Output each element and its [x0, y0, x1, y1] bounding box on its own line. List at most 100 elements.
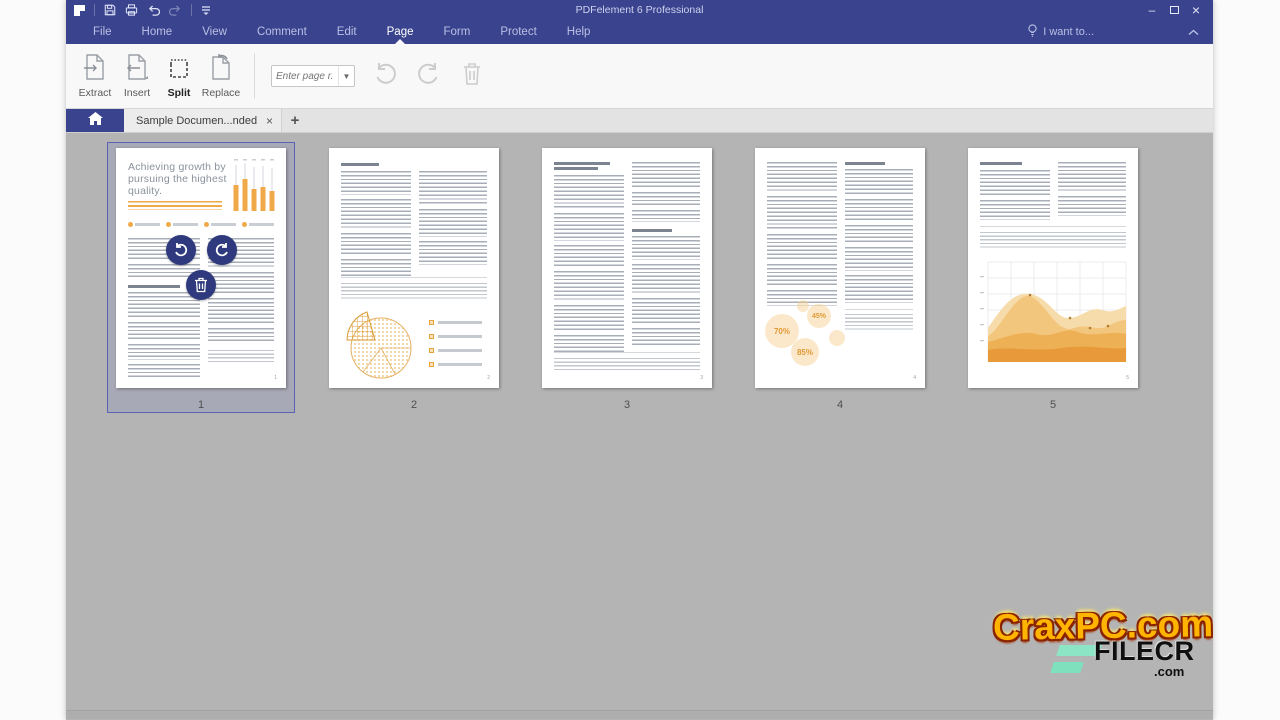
- rotate-right-overlay-button[interactable]: [207, 235, 237, 265]
- undo-icon[interactable]: [147, 5, 160, 16]
- menu-comment[interactable]: Comment: [242, 20, 322, 44]
- footnote-lines: [341, 283, 487, 301]
- page-range-input[interactable]: [272, 71, 338, 82]
- collapse-ribbon-icon[interactable]: [1188, 29, 1199, 36]
- replace-icon: [208, 53, 234, 84]
- text-lines: [845, 225, 913, 243]
- page-thumbnail-3[interactable]: 3: [542, 148, 712, 388]
- bubble-45: 45%: [807, 304, 831, 328]
- split-button[interactable]: Split: [158, 48, 200, 104]
- page-thumbnail-1[interactable]: Achieving growth by pursuing the highest…: [116, 148, 286, 388]
- extract-button[interactable]: Extract: [74, 48, 116, 104]
- insert-button[interactable]: Insert: [116, 48, 158, 104]
- customize-toolbar-icon[interactable]: [201, 5, 211, 15]
- bullet-icon: [242, 222, 247, 227]
- text-heading: [128, 285, 180, 288]
- page3-column-left: [554, 175, 624, 353]
- menu-home[interactable]: Home: [127, 20, 188, 44]
- divider: [554, 352, 700, 353]
- menu-view[interactable]: View: [187, 20, 242, 44]
- menu-help[interactable]: Help: [552, 20, 606, 44]
- tab-close-icon[interactable]: ×: [264, 115, 275, 127]
- lightbulb-icon: [1027, 24, 1038, 40]
- desktop: PDFelement 6 Professional – × File Home …: [0, 0, 1280, 720]
- rotate-left-overlay-button[interactable]: [166, 235, 196, 265]
- legend-item: [429, 334, 482, 339]
- rotate-right-icon: [415, 61, 441, 92]
- bullet-item: [166, 222, 198, 227]
- text-lines: [554, 305, 624, 331]
- divider: [94, 4, 95, 16]
- text-lines: [208, 298, 274, 324]
- rotate-left-icon: [373, 61, 399, 92]
- home-tab-button[interactable]: [66, 109, 124, 132]
- text-lines: [419, 241, 487, 265]
- menu-protect[interactable]: Protect: [485, 20, 551, 44]
- new-tab-button[interactable]: +: [282, 109, 308, 132]
- page2-chart-legend: [429, 320, 482, 367]
- page-thumbnail-5[interactable]: 5: [968, 148, 1138, 388]
- page3-footer-number: 3: [700, 375, 703, 381]
- page-toolbar: Extract Insert Split Replace: [66, 44, 1213, 109]
- close-button[interactable]: ×: [1187, 2, 1205, 18]
- minimize-button[interactable]: –: [1143, 2, 1161, 18]
- insert-icon: [124, 53, 150, 84]
- page4-bubble-chart: 70% 45% 85%: [763, 300, 863, 374]
- menu-edit[interactable]: Edit: [322, 20, 372, 44]
- bullet-item: [128, 222, 160, 227]
- tab-bar: Sample Documen...nded × +: [66, 109, 1213, 133]
- replace-button[interactable]: Replace: [200, 48, 242, 104]
- page-number-2: 2: [329, 399, 499, 411]
- page-action-icons: [373, 61, 483, 92]
- page2-pie-chart: [337, 306, 417, 384]
- text-heading: [341, 163, 379, 166]
- bullet-item: [242, 222, 274, 227]
- page-number-1: 1: [116, 399, 286, 411]
- quick-access-toolbar: [66, 4, 211, 16]
- bubble-small: [829, 330, 845, 346]
- save-icon[interactable]: [104, 4, 116, 16]
- text-lines: [632, 328, 700, 346]
- legend-swatch: [429, 348, 434, 353]
- menubar-right: I want to...: [1027, 24, 1213, 40]
- bullet-icon: [128, 222, 133, 227]
- page-number-5: 5: [968, 399, 1138, 411]
- footnote-lines: [980, 232, 1126, 250]
- text-lines: [632, 298, 700, 324]
- text-lines: [128, 344, 200, 360]
- text-lines: [341, 233, 411, 255]
- footnote-lines: [554, 358, 700, 372]
- print-icon[interactable]: [125, 4, 138, 16]
- text-lines: [554, 213, 624, 241]
- page-thumbnail-4[interactable]: 70% 45% 85% 4: [755, 148, 925, 388]
- document-tab[interactable]: Sample Documen...nded ×: [124, 109, 282, 132]
- legend-item: [429, 348, 482, 353]
- text-lines: [632, 236, 700, 260]
- page-thumbnail-2[interactable]: 2: [329, 148, 499, 388]
- bullet-item: [204, 222, 236, 227]
- page-range-combobox[interactable]: ▼: [271, 65, 355, 87]
- maximize-button[interactable]: [1165, 2, 1183, 18]
- text-lines: [845, 275, 913, 303]
- legend-swatch: [429, 320, 434, 325]
- text-lines: [419, 209, 487, 237]
- i-want-to[interactable]: I want to...: [1027, 24, 1094, 40]
- text-lines: [767, 196, 837, 230]
- menu-form[interactable]: Form: [428, 20, 485, 44]
- menu-bar: File Home View Comment Edit Page Form Pr…: [66, 20, 1213, 44]
- window-title: PDFelement 6 Professional: [66, 4, 1213, 16]
- page1-bullet-row: [128, 222, 274, 227]
- bubble-85: 85%: [791, 338, 819, 366]
- page-number-4: 4: [755, 399, 925, 411]
- delete-page-overlay-button[interactable]: [186, 270, 216, 300]
- home-icon: [88, 112, 103, 130]
- page5-column-left: [980, 170, 1050, 220]
- menu-page[interactable]: Page: [372, 20, 429, 44]
- text-lines: [554, 245, 624, 267]
- page5-column-right: [1058, 162, 1126, 216]
- page2-column-left: [341, 171, 411, 277]
- text-lines: [632, 162, 700, 188]
- menu-file[interactable]: File: [78, 20, 127, 44]
- combobox-dropdown-icon[interactable]: ▼: [338, 66, 354, 86]
- text-lines: [208, 272, 274, 294]
